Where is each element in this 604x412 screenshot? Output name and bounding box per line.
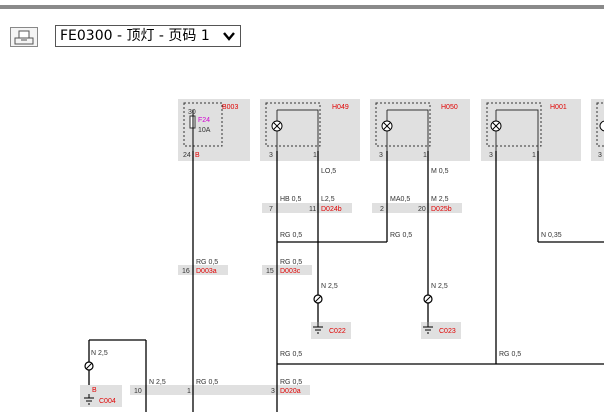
c004-label: C004 — [99, 398, 116, 405]
h001-id: H001 — [550, 104, 567, 111]
wire-label: N 0,35 — [541, 232, 562, 239]
b003-pin-top: 30 — [188, 109, 196, 116]
d003c-label: D003c — [280, 268, 301, 275]
c004-pin: B — [92, 387, 97, 394]
h001-pin-b: 1 — [532, 152, 536, 159]
d024b-pin-a: 7 — [269, 206, 273, 213]
c023-label: C023 — [439, 328, 456, 335]
wire-label: N 2,5 — [321, 283, 338, 290]
b003-pin-a: 24 — [183, 152, 191, 159]
wire-label: RG 0,5 — [280, 259, 302, 266]
wire-label: N 2,5 — [431, 283, 448, 290]
h050-pin-a: 3 — [379, 152, 383, 159]
h049-pin-b: 1 — [313, 152, 317, 159]
wires — [88, 151, 604, 412]
splice-icon — [423, 294, 433, 322]
wire-label: M 0,5 — [431, 168, 449, 175]
wire-label: RG 0,5 — [196, 379, 218, 386]
c022-label: C022 — [329, 328, 346, 335]
d025b-label: D025b — [431, 206, 452, 213]
d020a-pin-b: 1 — [187, 388, 191, 395]
wire-label: N 2,5 — [149, 379, 166, 386]
h001-pin-a: 3 — [489, 152, 493, 159]
h050-pin-b: 1 — [423, 152, 427, 159]
splice-icon — [313, 294, 323, 322]
d020a-pin-a: 10 — [134, 388, 142, 395]
wire-label: RG 0,5 — [280, 232, 302, 239]
b003-amp-label: 10A — [198, 127, 211, 134]
wire-label: L2,5 — [321, 196, 335, 203]
d025b-pin-a: 2 — [380, 206, 384, 213]
h049-id: H049 — [332, 104, 349, 111]
b003-id: B003 — [222, 104, 238, 111]
wire-label: RG 0,5 — [280, 351, 302, 358]
d003a-label: D003a — [196, 268, 217, 275]
wire-label: RG 0,5 — [390, 232, 412, 239]
wiring-diagram: 30 F24 10A B003 24 B H049 3 1 H050 3 1 H… — [80, 99, 604, 412]
wire-label: RG 0,5 — [196, 259, 218, 266]
wire-label: LO,5 — [321, 168, 336, 175]
wire-label: M 2,5 — [431, 196, 449, 203]
d025b-pin-b: 20 — [418, 206, 426, 213]
wire-label: RG 0,5 — [499, 351, 521, 358]
wire-label: HB 0,5 — [280, 196, 302, 203]
wire-label: MA0,5 — [390, 196, 410, 203]
d020a-label: D020a — [280, 388, 301, 395]
d024b-pin-b: 11 — [309, 206, 316, 213]
d003a-pin: 16 — [182, 268, 190, 275]
d020a-pin-c: 3 — [271, 388, 275, 395]
wire-label: RG 0,5 — [280, 379, 302, 386]
cut-pin-a: 3 — [598, 152, 602, 159]
d003c-pin: 15 — [266, 268, 274, 275]
b003-fuse-label: F24 — [198, 117, 210, 124]
d024b-label: D024b — [321, 206, 342, 213]
wire-label: N 2,5 — [91, 350, 108, 357]
h050-id: H050 — [441, 104, 458, 111]
b003-pin-b: B — [195, 152, 200, 159]
h049-pin-a: 3 — [269, 152, 273, 159]
